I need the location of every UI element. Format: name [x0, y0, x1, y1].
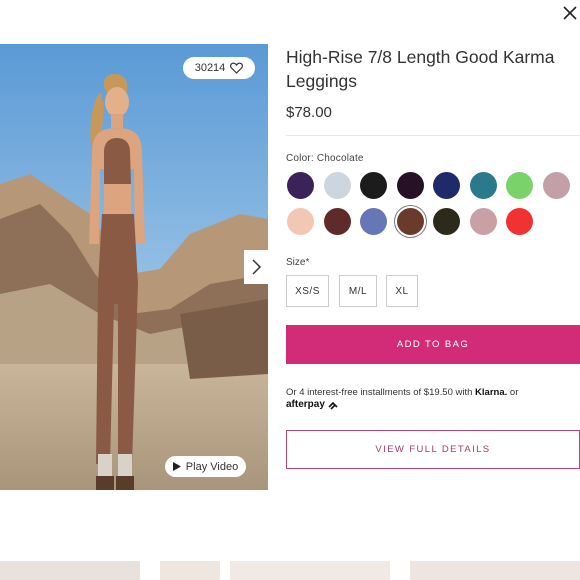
or-text: or: [509, 387, 519, 398]
afterpay-label: afterpay: [286, 399, 325, 410]
close-button[interactable]: [562, 4, 578, 22]
product-photo[interactable]: [0, 44, 268, 490]
color-swatch-teal[interactable]: [469, 172, 497, 199]
afterpay-logo-icon: [328, 401, 338, 410]
divider: [286, 135, 580, 136]
bottom-content-preview: [0, 561, 580, 580]
size-label: Size*: [286, 257, 310, 268]
color-swatch-navy[interactable]: [433, 172, 460, 199]
color-swatch-red[interactable]: [506, 208, 533, 235]
next-image-button[interactable]: [244, 250, 268, 284]
size-option-m-l[interactable]: M/L: [339, 275, 377, 307]
size-option-xl[interactable]: XL: [386, 275, 418, 307]
play-video-label: Play Video: [185, 460, 239, 473]
afterpay-link[interactable]: afterpay: [286, 399, 339, 410]
color-swatch-black[interactable]: [360, 172, 387, 199]
color-swatch-purple[interactable]: [287, 172, 314, 199]
color-swatch-mauve[interactable]: [542, 172, 570, 199]
color-swatch-plum-black[interactable]: [396, 172, 424, 199]
add-to-bag-button[interactable]: ADD TO BAG: [286, 325, 580, 364]
color-swatch-light-green[interactable]: [506, 172, 533, 199]
color-swatch-light-grey[interactable]: [323, 172, 351, 199]
color-swatch-dusty-rose[interactable]: [469, 208, 497, 235]
heart-icon: [230, 62, 244, 74]
color-swatch-olive-black[interactable]: [433, 208, 460, 235]
close-icon: [563, 6, 577, 20]
color-label: Color: Chocolate: [286, 153, 364, 164]
color-swatch-chocolate[interactable]: [396, 208, 424, 235]
product-price: $78.00: [286, 104, 332, 121]
klarna-link[interactable]: Klarna.: [475, 387, 507, 398]
likes-count: 30214: [194, 62, 226, 74]
chevron-right-icon: [252, 259, 262, 275]
view-full-details-button[interactable]: VIEW FULL DETAILS: [286, 430, 580, 469]
play-icon: [172, 462, 181, 471]
color-swatch-periwinkle[interactable]: [360, 208, 387, 235]
product-photo-image: [0, 44, 268, 490]
product-title: High-Rise 7/8 Length Good Karma Leggings: [286, 47, 555, 91]
play-video-button[interactable]: Play Video: [165, 456, 246, 477]
installments-label: Or 4 interest-free installments of $19.5…: [286, 387, 473, 398]
color-swatch-burgundy[interactable]: [323, 208, 351, 235]
size-option-xs-s[interactable]: XS/S: [286, 275, 329, 307]
likes-button[interactable]: 30214: [183, 57, 255, 79]
color-swatch-blush[interactable]: [287, 208, 314, 235]
